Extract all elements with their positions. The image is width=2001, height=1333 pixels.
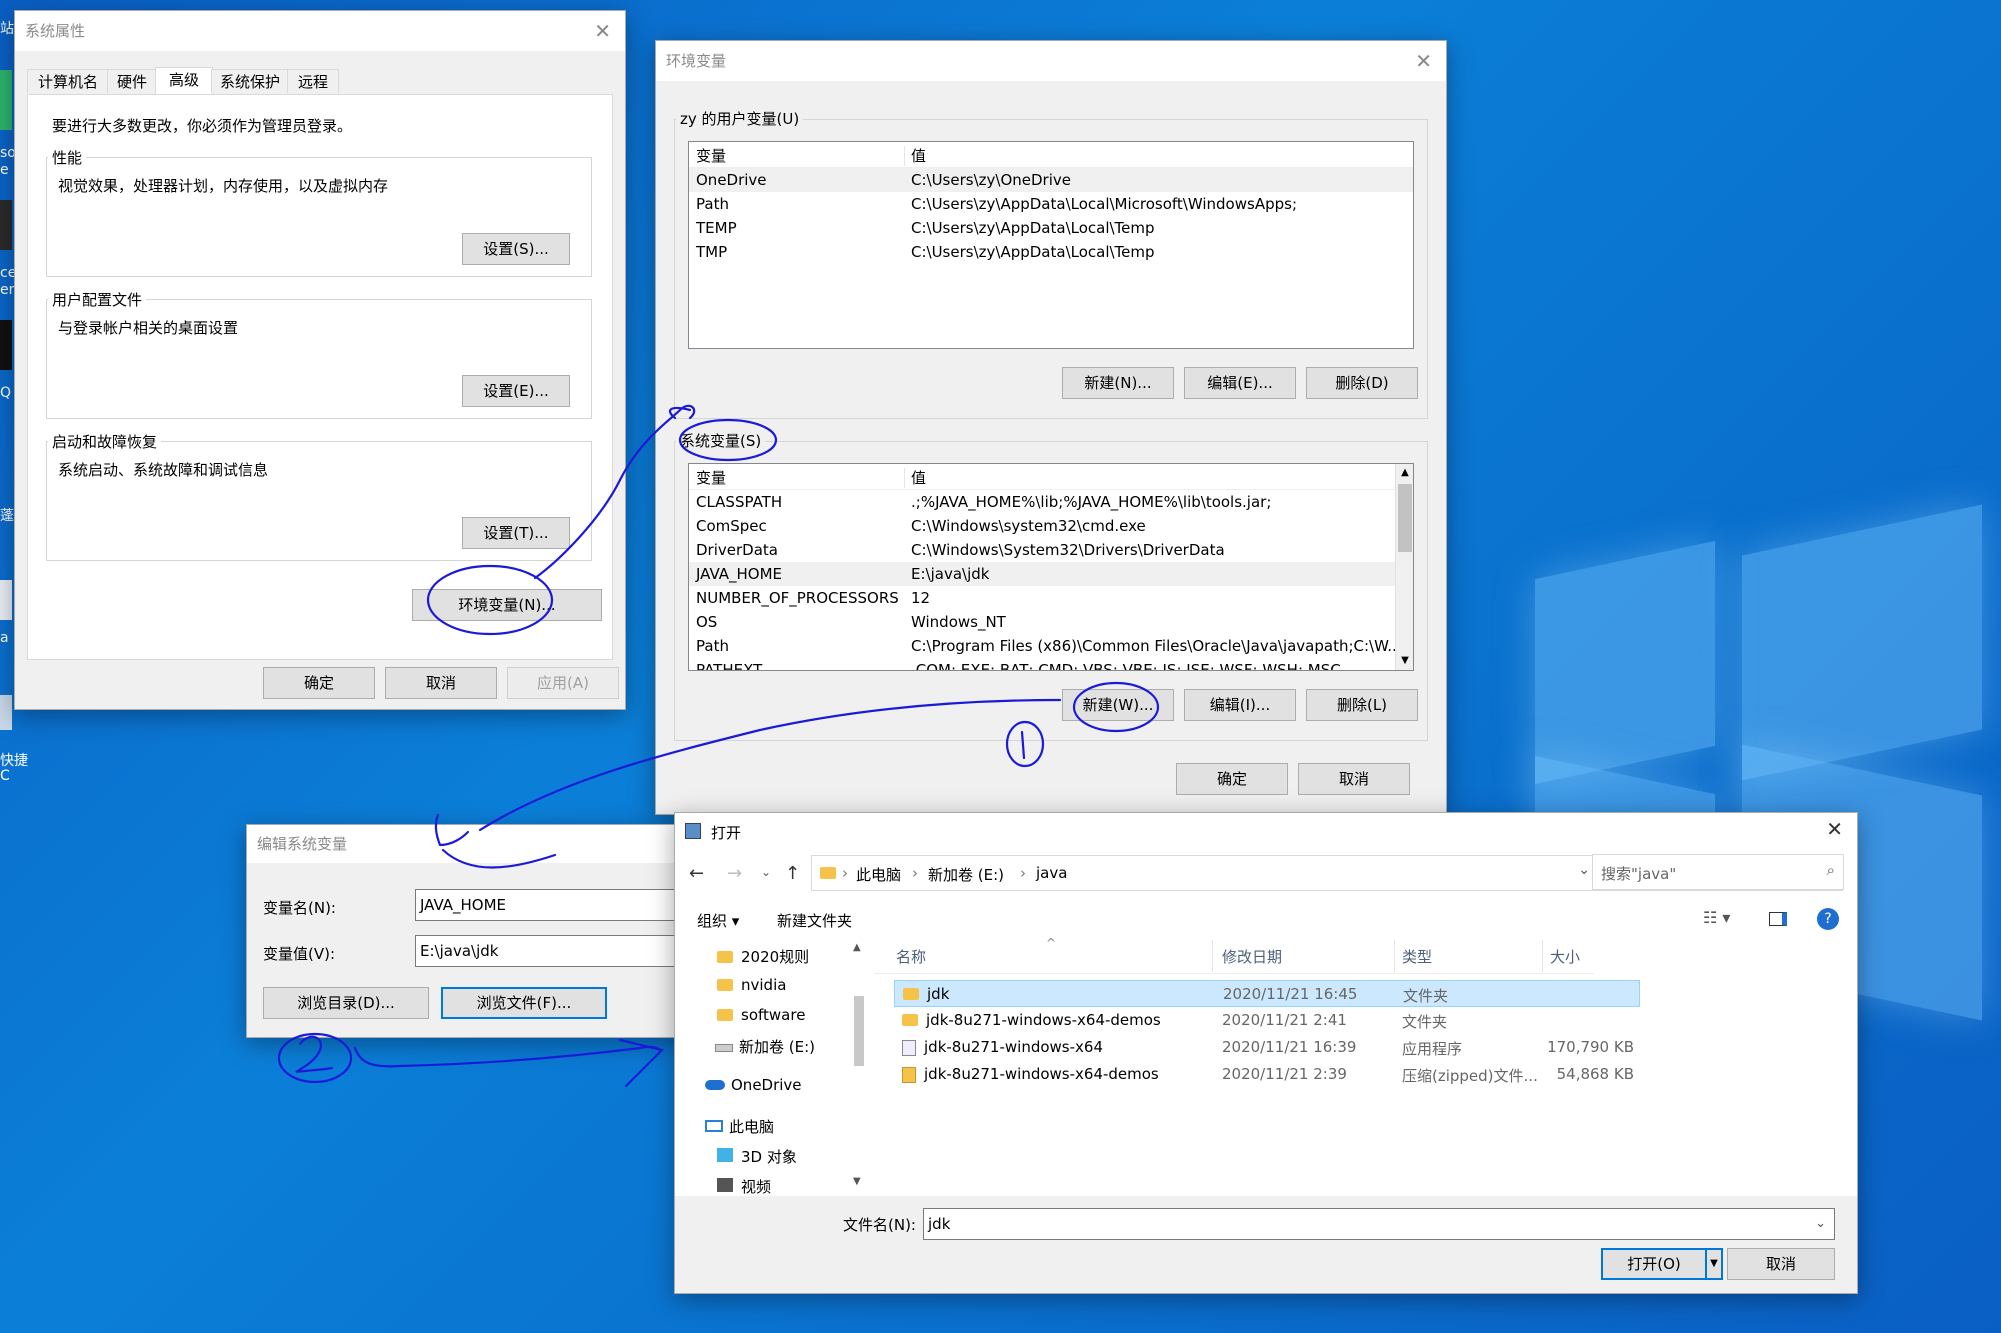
annotation-mark-1-stroke	[1020, 730, 1026, 760]
annotation-underline	[441, 848, 557, 869]
annotation-mark-2-stroke	[295, 1035, 334, 1074]
annotation-arrow-to-system-vars	[533, 404, 696, 580]
annotation-circle-system-vars	[678, 418, 778, 462]
annotation-circle-new-button	[1072, 681, 1160, 733]
annotation-arrow-to-open-dialog	[353, 1045, 662, 1068]
annotation-circle-env-button	[426, 564, 554, 636]
annotation-layer	[277, 404, 1160, 1088]
annotation-arrow-edit	[434, 813, 470, 847]
annotation-curve-new-to-edit	[478, 698, 1062, 832]
annotation-mark-1-circle	[1005, 720, 1045, 768]
